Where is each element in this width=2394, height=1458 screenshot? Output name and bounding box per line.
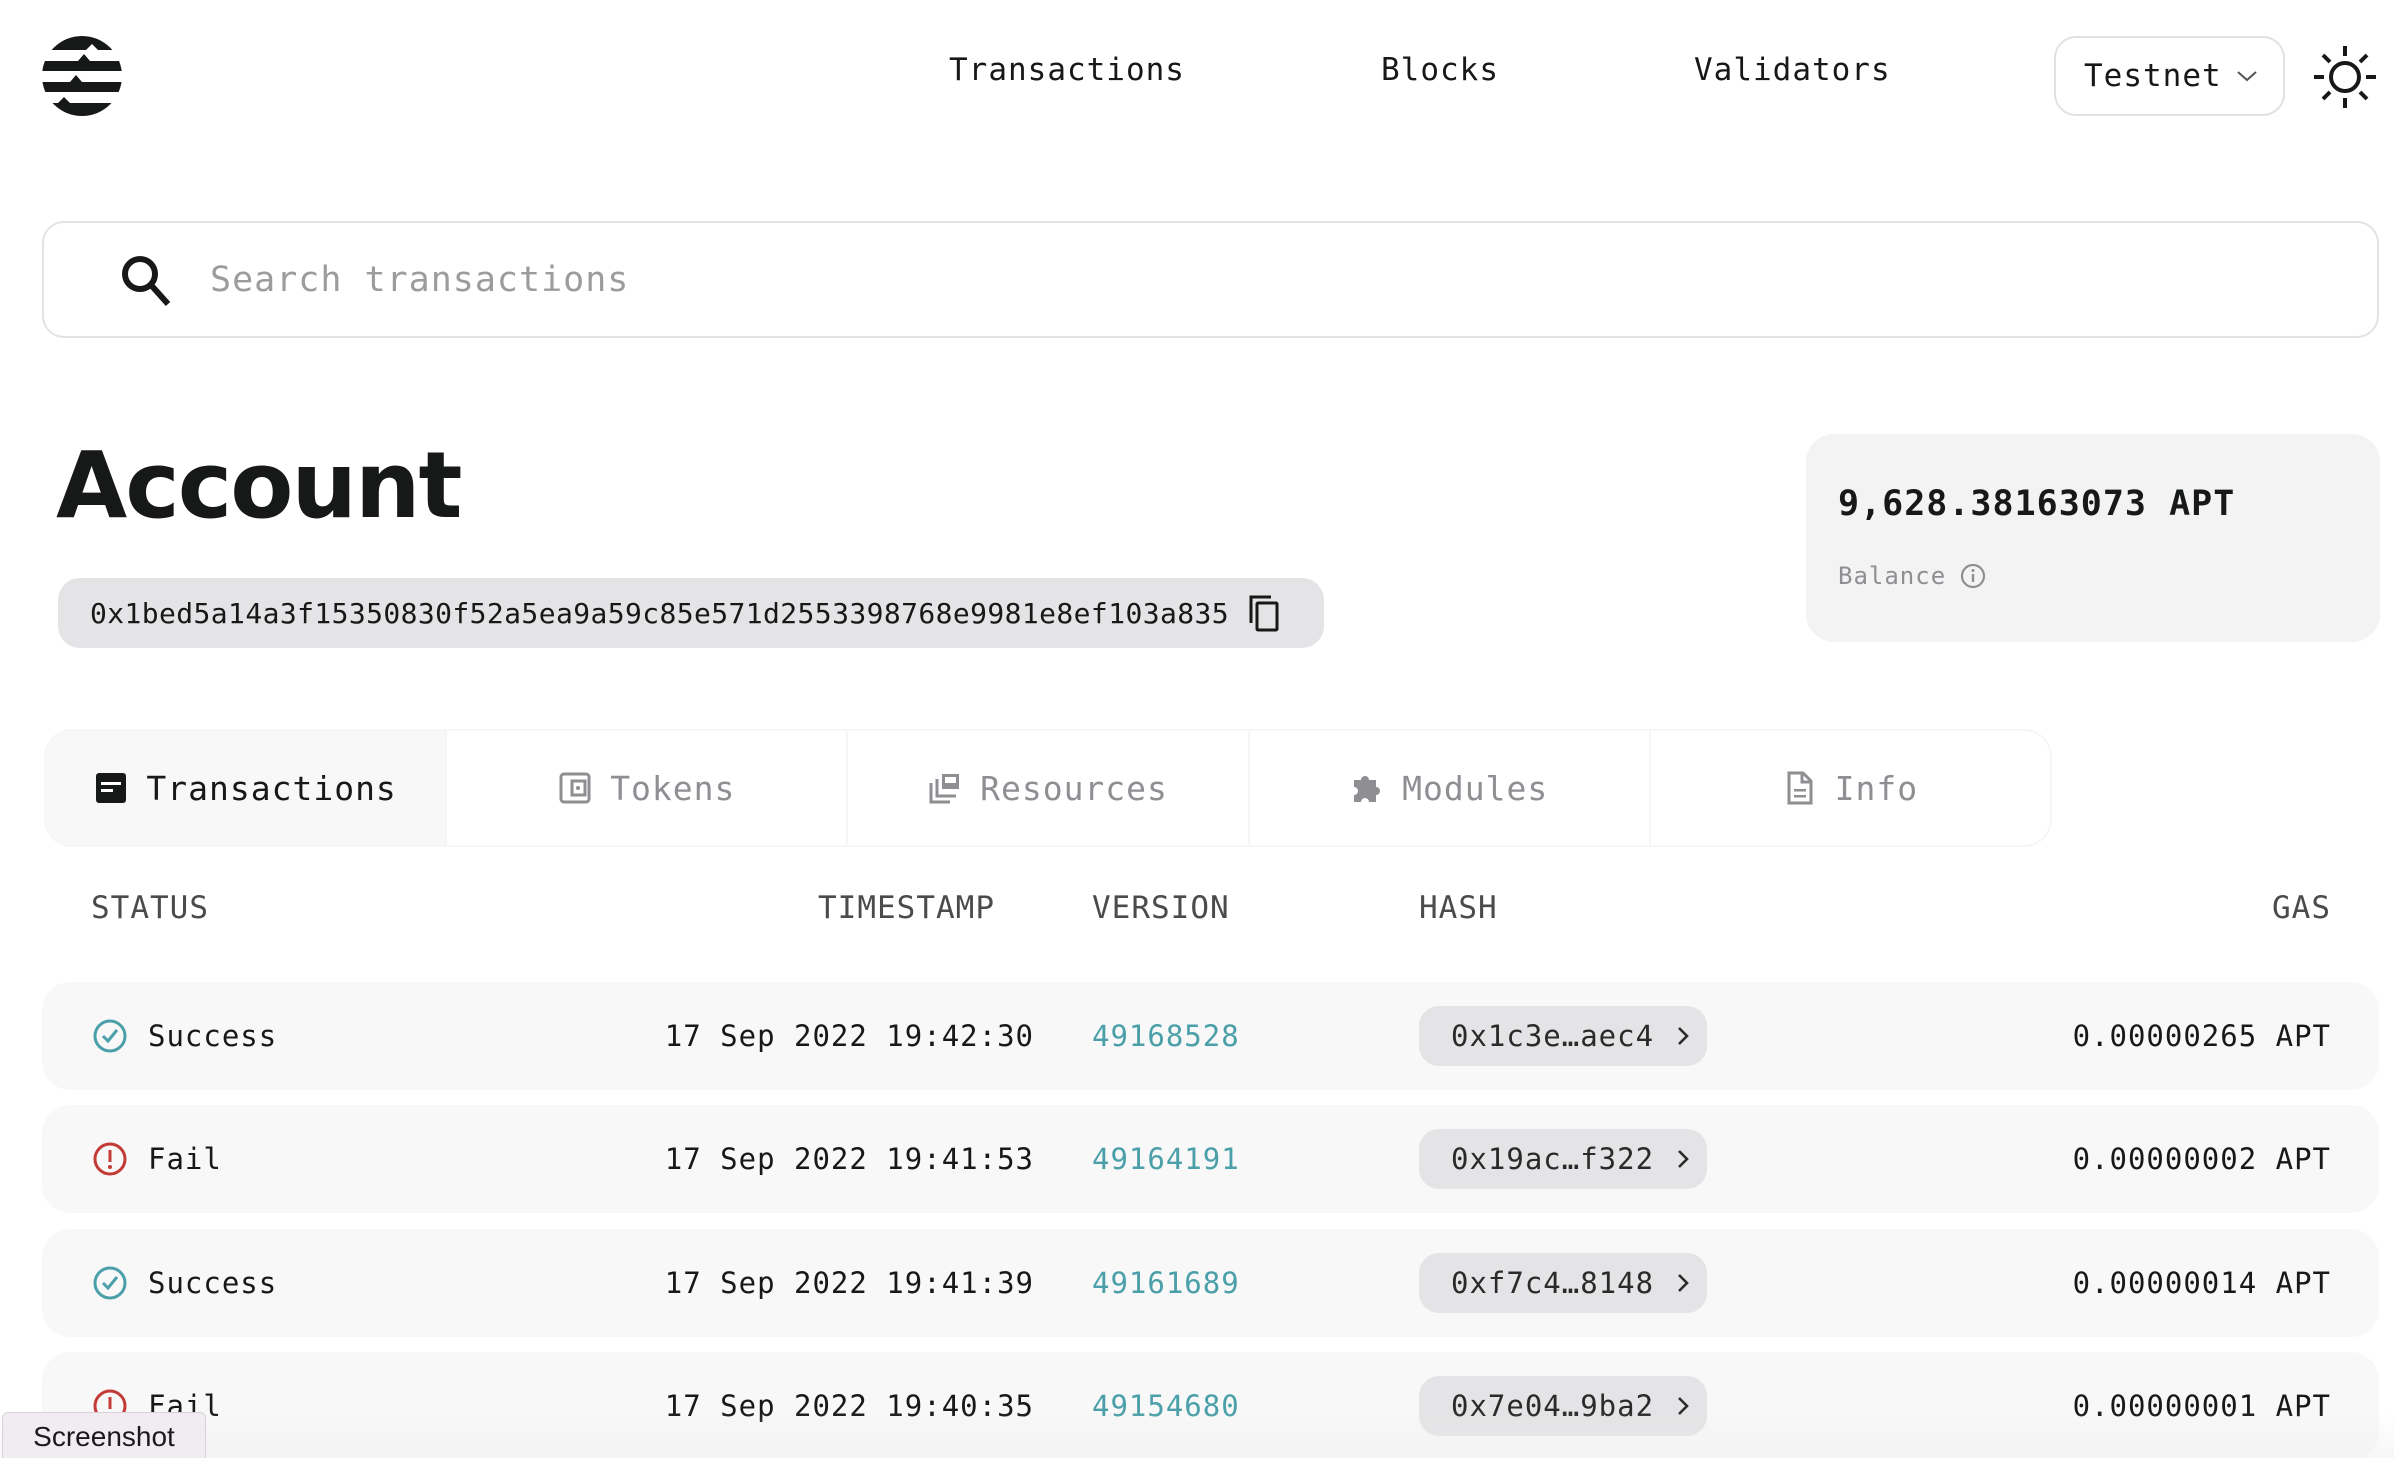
version-link[interactable]: 49164191 [1092,1105,1240,1213]
column-header-gas[interactable]: GAS [2272,890,2331,926]
hash-text: 0xf7c4…8148 [1451,1266,1655,1300]
status-text: Fail [148,1142,222,1176]
status-cell: Fail [92,1105,222,1213]
version-link[interactable]: 49161689 [1092,1229,1240,1337]
version-link[interactable]: 49168528 [1092,982,1240,1090]
screenshot-tag[interactable]: Screenshot [2,1412,206,1458]
check-circle-icon [93,1019,127,1053]
chevron-right-icon [1678,1274,1689,1292]
balance-label-text: Balance [1838,562,1947,590]
error-circle-icon [93,1142,127,1176]
account-address-chip: 0x1bed5a14a3f15350830f52a5ea9a59c85e571d… [58,578,1324,648]
gas-cell: 0.00000265 APT [2072,1019,2331,1053]
tab-resources[interactable]: Resources [848,731,1250,845]
timestamp-cell: 17 Sep 2022 19:40:35 [664,1389,1034,1423]
check-circle-icon [93,1266,127,1300]
table-row[interactable]: Fail 17 Sep 2022 19:41:53 49164191 0x19ac…f… [42,1105,2379,1213]
version-link[interactable]: 49154680 [1092,1352,1240,1458]
tab-label: Tokens [610,768,736,808]
gas-cell: 0.00000014 APT [2072,1266,2331,1300]
column-header-status[interactable]: STATUS [91,890,209,926]
puzzle-icon [1354,776,1381,802]
gas-cell: 0.00000001 APT [2072,1389,2331,1423]
nav-validators[interactable]: Validators [1694,52,1891,88]
tab-tokens[interactable]: Tokens [447,731,849,845]
chevron-right-icon [1678,1027,1689,1045]
balance-label: Balance [1838,562,1986,590]
table-row[interactable]: Success 17 Sep 2022 19:41:39 49161689 0xf7c… [42,1229,2379,1337]
receipt-icon [96,773,127,803]
wallet-icon [559,772,591,804]
hash-button[interactable]: 0xf7c4…8148 [1419,1253,1707,1313]
gas-cell: 0.00000002 APT [2072,1142,2331,1176]
sun-icon[interactable] [2312,44,2378,110]
collections-icon [929,774,960,804]
search-icon [122,255,171,306]
chevron-down-icon [2236,71,2257,82]
tab-info[interactable]: Info [1650,731,2050,845]
status-cell: Success [92,982,277,1090]
chevron-right-icon [1678,1150,1689,1168]
timestamp-cell: 17 Sep 2022 19:41:39 [664,1266,1034,1300]
tab-modules[interactable]: Modules [1249,731,1651,845]
timestamp-cell: 17 Sep 2022 19:42:30 [664,1019,1034,1053]
network-select-value: Testnet [2084,58,2222,94]
nav-blocks[interactable]: Blocks [1381,52,1499,88]
account-address: 0x1bed5a14a3f15350830f52a5ea9a59c85e571d… [90,596,1229,630]
balance-value: 9,628.38163073 APT [1838,484,2236,524]
hash-text: 0x1c3e…aec4 [1451,1019,1655,1053]
table-row[interactable]: Fail 17 Sep 2022 19:40:35 49154680 0x7e04…9… [42,1352,2379,1458]
search-input[interactable] [210,259,2110,300]
table-row[interactable]: Success 17 Sep 2022 19:42:30 49168528 0x1c3… [42,982,2379,1090]
info-icon[interactable] [1960,563,1986,589]
tab-transactions[interactable]: Transactions [46,731,448,845]
aptos-logo-icon[interactable] [40,34,124,118]
tab-label: Transactions [146,768,397,808]
chevron-right-icon [1678,1397,1689,1415]
account-tabs: Transactions Tokens Resources Modules In… [44,729,2052,847]
tab-label: Info [1834,768,1919,808]
search-bar [42,221,2379,338]
hash-button[interactable]: 0x7e04…9ba2 [1419,1376,1707,1436]
column-header-hash[interactable]: HASH [1419,890,1498,926]
status-text: Success [148,1266,278,1300]
column-header-version[interactable]: VERSION [1092,890,1230,926]
document-icon [1787,771,1813,805]
tab-label: Resources [980,768,1168,808]
timestamp-cell: 17 Sep 2022 19:41:53 [664,1142,1034,1176]
column-header-timestamp[interactable]: TIMESTAMP [818,890,995,926]
hash-button[interactable]: 0x1c3e…aec4 [1419,1006,1707,1066]
page-title: Account [56,432,462,539]
status-cell: Success [92,1229,277,1337]
tab-label: Modules [1402,768,1549,808]
nav-transactions[interactable]: Transactions [949,52,1185,88]
status-text: Success [148,1019,278,1053]
copy-icon[interactable] [1247,593,1281,633]
balance-card: 9,628.38163073 APT Balance [1806,434,2380,642]
hash-button[interactable]: 0x19ac…f322 [1419,1129,1707,1189]
hash-text: 0x19ac…f322 [1451,1142,1655,1176]
hash-text: 0x7e04…9ba2 [1451,1389,1655,1423]
network-select[interactable]: Testnet [2054,36,2285,116]
